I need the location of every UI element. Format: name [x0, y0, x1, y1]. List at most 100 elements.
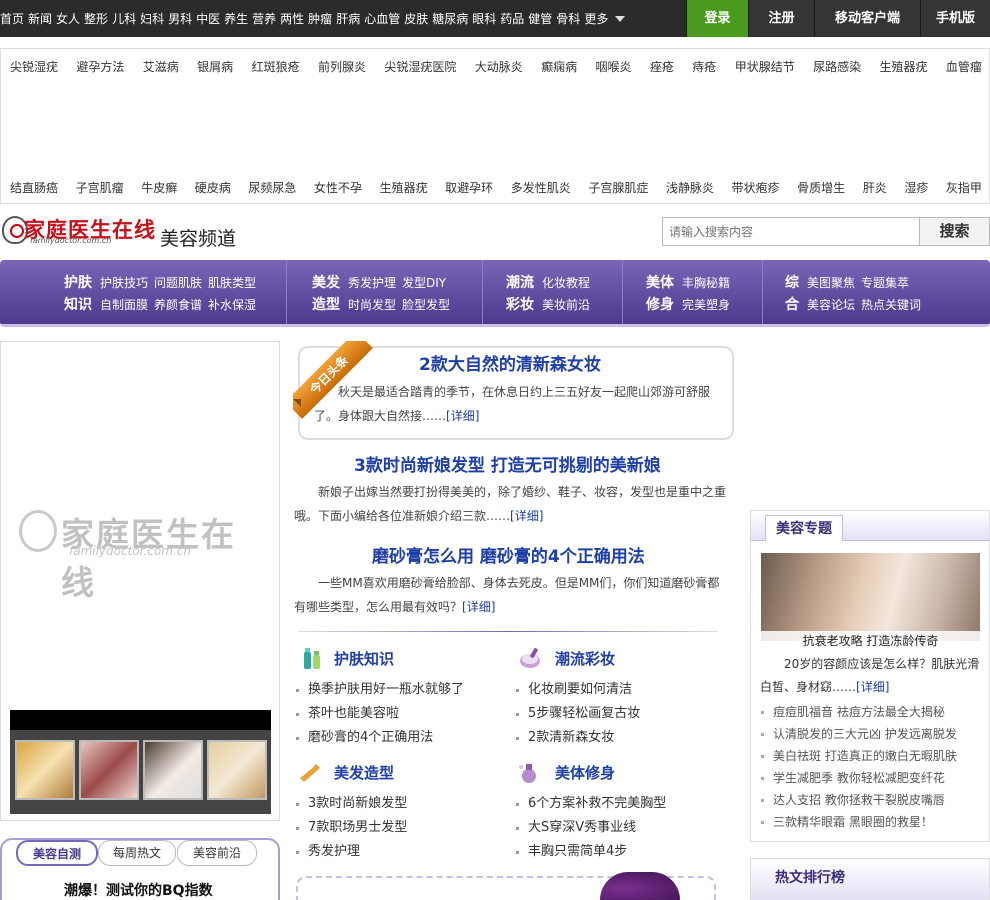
disease-link[interactable]: 肝炎 — [863, 179, 887, 196]
topnav-item[interactable]: 养生 — [224, 10, 248, 27]
nav-link[interactable]: 养颜食谱 — [154, 296, 202, 313]
disease-link[interactable]: 硬皮病 — [195, 179, 231, 196]
list-item[interactable]: 磨砂膏的4个正确用法 — [296, 726, 464, 750]
list-item[interactable]: 认清脱发的三大元凶 护发远离脱发 — [761, 723, 957, 745]
disease-link[interactable]: 红斑狼疮 — [252, 58, 300, 75]
disease-link[interactable]: 生殖器疣 — [380, 179, 428, 196]
topnav-item[interactable]: 首页 — [0, 10, 24, 27]
detail-link[interactable]: [详细] — [510, 509, 543, 523]
topnav-item[interactable]: 骨科 — [556, 10, 580, 27]
nav-link[interactable]: 完美塑身 — [682, 296, 730, 313]
disease-link[interactable]: 甲状腺结节 — [735, 58, 795, 75]
disease-link[interactable]: 尖锐湿疣医院 — [384, 58, 456, 75]
section-title-skincare[interactable]: 护肤知识 — [334, 648, 394, 669]
nav-link[interactable]: 美图聚焦 — [807, 274, 855, 291]
carousel-thumb[interactable] — [207, 740, 267, 800]
topnav-item[interactable]: 男科 — [168, 10, 192, 27]
list-item[interactable]: 美白祛斑 打造真正的嫩白无暇肌肤 — [761, 745, 957, 767]
nav-heading[interactable]: 知识 — [64, 294, 92, 314]
nav-heading[interactable]: 综 — [785, 272, 799, 292]
register-button[interactable]: 注册 — [748, 0, 814, 37]
topic-caption[interactable]: 抗衰老攻略 打造冻龄传奇 — [761, 631, 980, 651]
nav-heading[interactable]: 美体 — [646, 272, 674, 292]
disease-link[interactable]: 前列腺炎 — [318, 58, 366, 75]
disease-link[interactable]: 子宫腺肌症 — [588, 179, 648, 196]
disease-link[interactable]: 痤疮 — [650, 58, 674, 75]
nav-link[interactable]: 热点关键词 — [861, 296, 921, 313]
topnav-item[interactable]: 中医 — [196, 10, 220, 27]
disease-link[interactable]: 艾滋病 — [143, 58, 179, 75]
hot-title[interactable]: 热文排行榜 — [765, 863, 855, 900]
disease-link[interactable]: 子宫肌瘤 — [76, 179, 124, 196]
site-logo[interactable]: 家庭医生在线 familydoctor.com.cn — [0, 212, 300, 254]
nav-heading[interactable]: 美发 — [312, 272, 340, 292]
list-item[interactable]: 3款时尚新娘发型 — [296, 792, 407, 816]
disease-link[interactable]: 尿频尿急 — [248, 179, 296, 196]
detail-link[interactable]: [详细] — [856, 680, 889, 694]
topnav-item[interactable]: 肝病 — [336, 10, 360, 27]
section-title-makeup[interactable]: 潮流彩妆 — [555, 648, 615, 669]
topnav-item[interactable]: 眼科 — [472, 10, 496, 27]
detail-link[interactable]: [详细] — [462, 600, 495, 614]
disease-link[interactable]: 大动脉炎 — [475, 58, 523, 75]
topnav-item[interactable]: 新闻 — [28, 10, 52, 27]
disease-link[interactable]: 咽喉炎 — [596, 58, 632, 75]
topnav-item[interactable]: 两性 — [280, 10, 304, 27]
topnav-item[interactable]: 妇科 — [140, 10, 164, 27]
more-menu[interactable]: 更多 — [584, 10, 626, 27]
article-title[interactable]: 磨砂膏怎么用 磨砂膏的4个正确用法 — [372, 542, 645, 567]
nav-link[interactable]: 补水保湿 — [208, 296, 256, 313]
disease-link[interactable]: 骨质增生 — [797, 179, 845, 196]
nav-heading[interactable]: 修身 — [646, 294, 674, 314]
disease-link[interactable]: 血管瘤 — [946, 58, 982, 75]
disease-link[interactable]: 多发性肌炎 — [511, 179, 571, 196]
tab-weekly-hot[interactable]: 每周热文 — [98, 840, 176, 866]
disease-link[interactable]: 灰指甲 — [946, 179, 982, 196]
carousel-thumb[interactable] — [79, 740, 139, 800]
carousel-thumb[interactable] — [15, 740, 75, 800]
topnav-item[interactable]: 女人 — [56, 10, 80, 27]
mobile-site-button[interactable]: 手机版 — [920, 0, 990, 37]
list-item[interactable]: 6个方案补救不完美胸型 — [516, 792, 666, 816]
topnav-item[interactable]: 营养 — [252, 10, 276, 27]
list-item[interactable]: 5步骤轻松画复古妆 — [516, 702, 640, 726]
list-item[interactable]: 大S穿深V秀事业线 — [516, 816, 666, 840]
disease-link[interactable]: 湿疹 — [904, 179, 928, 196]
list-item[interactable]: 学生减肥季 教你轻松减肥变纤花 — [761, 767, 957, 789]
nav-heading[interactable]: 护肤 — [64, 272, 92, 292]
nav-link[interactable]: 化妆教程 — [542, 274, 590, 291]
nav-link[interactable]: 秀发护理 — [348, 274, 396, 291]
disease-link[interactable]: 女性不孕 — [314, 179, 362, 196]
disease-link[interactable]: 痔疮 — [692, 58, 716, 75]
disease-link[interactable]: 结直肠癌 — [10, 179, 58, 196]
list-item[interactable]: 秀发护理 — [296, 840, 407, 864]
nav-link[interactable]: 美容论坛 — [807, 296, 855, 313]
nav-link[interactable]: 自制面膜 — [100, 296, 148, 313]
topic-photo[interactable] — [761, 553, 980, 641]
topnav-item[interactable]: 药品 — [500, 10, 524, 27]
disease-link[interactable]: 生殖器疣 — [879, 58, 927, 75]
tab-beauty-test[interactable]: 美容自测 — [16, 840, 98, 866]
nav-heading[interactable]: 合 — [785, 294, 799, 314]
list-item[interactable]: 化妆刷要如何清洁 — [516, 678, 640, 702]
disease-link[interactable]: 浅静脉炎 — [666, 179, 714, 196]
list-item[interactable]: 换季护肤用好一瓶水就够了 — [296, 678, 464, 702]
disease-link[interactable]: 避孕方法 — [76, 58, 124, 75]
quiz-title[interactable]: 潮爆！测试你的BQ指数 — [64, 880, 213, 900]
nav-link[interactable]: 护肤技巧 — [100, 274, 148, 291]
nav-heading[interactable]: 彩妆 — [506, 294, 534, 314]
nav-link[interactable]: 问题肌肤 — [154, 274, 202, 291]
nav-link[interactable]: 发型DIY — [402, 274, 446, 291]
detail-link[interactable]: [详细] — [446, 409, 479, 423]
nav-link[interactable]: 专题集萃 — [861, 274, 909, 291]
nav-link[interactable]: 脸型发型 — [402, 296, 450, 313]
search-input[interactable] — [662, 217, 920, 246]
topics-title[interactable]: 美容专题 — [765, 515, 843, 541]
list-item[interactable]: 2款清新森女妆 — [516, 726, 640, 750]
topnav-item[interactable]: 皮肤 — [404, 10, 428, 27]
disease-link[interactable]: 取避孕环 — [445, 179, 493, 196]
disease-link[interactable]: 带状疱疹 — [732, 179, 780, 196]
headline-title[interactable]: 2款大自然的清新森女妆 — [419, 350, 601, 375]
article-title[interactable]: 3款时尚新娘发型 打造无可挑剔的美新娘 — [354, 451, 661, 476]
tab-beauty-frontier[interactable]: 美容前沿 — [177, 840, 257, 866]
